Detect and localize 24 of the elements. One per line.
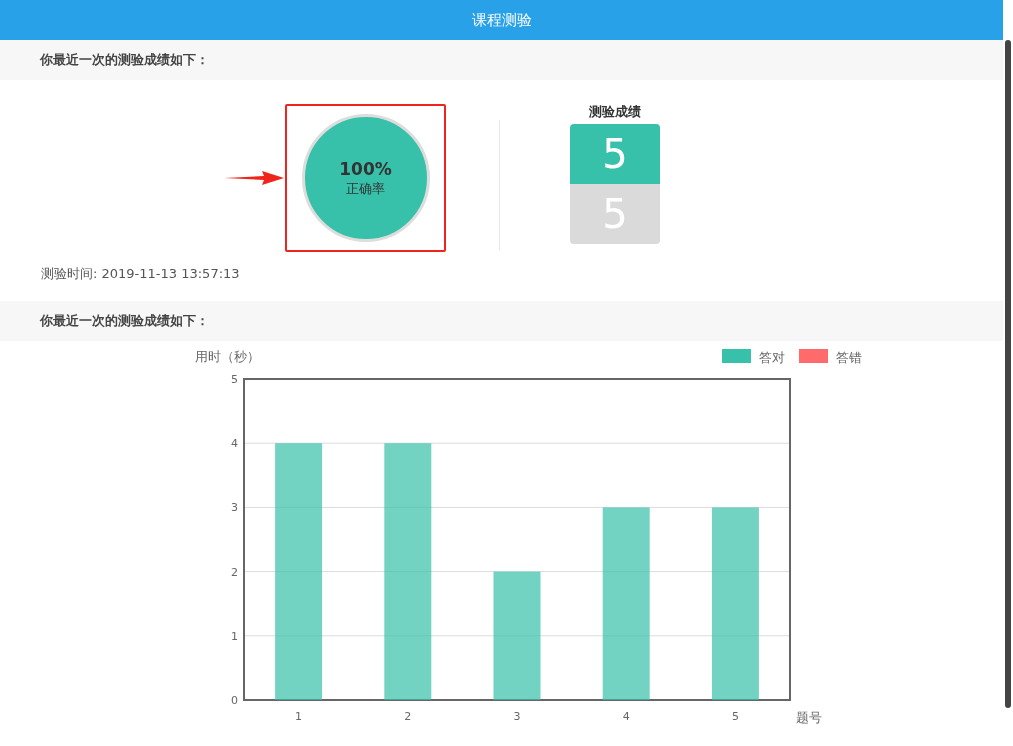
- x-tick-label: 1: [295, 710, 303, 723]
- x-tick-label: 3: [513, 710, 521, 723]
- legend-label: 答错: [836, 350, 862, 365]
- x-tick-label: 4: [622, 710, 630, 723]
- accuracy-value: 100%: [339, 158, 392, 179]
- y-axis-title: 用时（秒）: [195, 349, 260, 364]
- section-heading: 你最近一次的测验成绩如下：: [0, 40, 1003, 80]
- x-tick-label: 2: [404, 710, 412, 723]
- scrollbar[interactable]: [1005, 40, 1011, 708]
- score-title: 测验成绩: [589, 104, 641, 121]
- y-tick-label: 1: [231, 629, 238, 643]
- y-tick-label: 4: [231, 437, 238, 451]
- y-tick-label: 3: [231, 501, 238, 515]
- accuracy-label: 正确率: [346, 180, 385, 198]
- test-time: 测验时间: 2019-11-13 13:57:13: [40, 265, 241, 283]
- legend-label: 答对: [759, 350, 785, 365]
- y-tick-label: 0: [231, 694, 238, 707]
- x-tick-label: 5: [731, 710, 739, 723]
- x-axis-title: 题号: [796, 710, 822, 725]
- correct-count: 5: [570, 124, 660, 184]
- section-heading: 你最近一次的测验成绩如下：: [0, 301, 1003, 341]
- y-tick-label: 5: [231, 373, 238, 386]
- page-title-bar: 课程测验: [0, 0, 1003, 40]
- y-tick-label: 2: [231, 565, 238, 579]
